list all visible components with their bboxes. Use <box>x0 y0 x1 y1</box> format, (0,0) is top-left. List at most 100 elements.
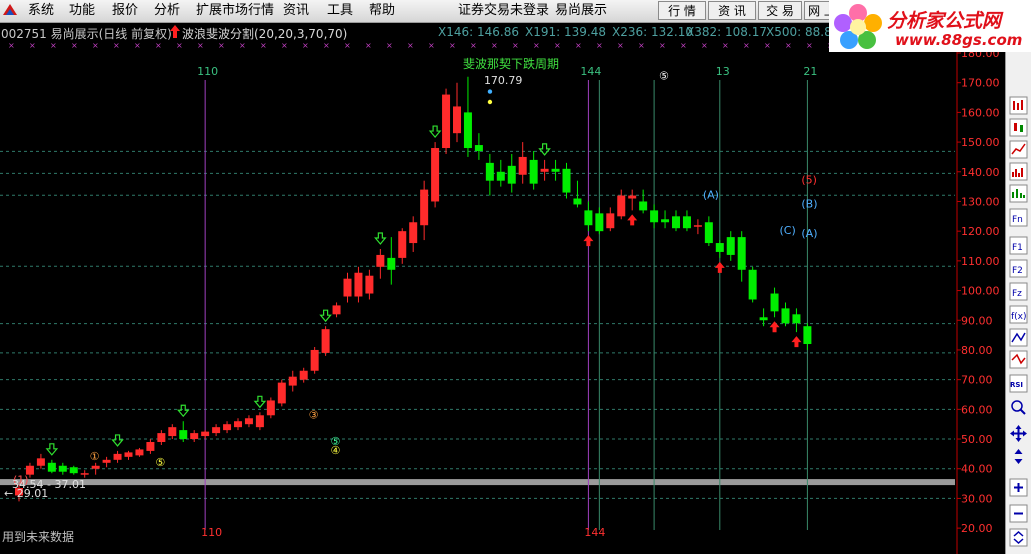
fib-readout-146: X146: 146.86 <box>438 25 519 39</box>
up-down-icon[interactable] <box>1009 447 1028 466</box>
tab-quotes[interactable]: 行 情 <box>658 1 706 20</box>
menu-system[interactable]: 系统 <box>28 3 54 19</box>
price-tick-label: 90.00 <box>961 314 993 327</box>
marker-dot: × <box>449 41 456 50</box>
marker-dot: × <box>302 41 309 50</box>
candle <box>507 165 516 184</box>
bar-chart-icon[interactable] <box>1009 96 1028 115</box>
price-tick-label: 130.00 <box>961 195 1000 208</box>
marker-dot: × <box>785 41 792 50</box>
down-arrow-icon <box>111 434 124 447</box>
down-arrow-icon <box>428 125 442 139</box>
low-value-label: ← 29.01 <box>4 487 48 500</box>
current-stock-name: 易尚展示 <box>555 3 608 18</box>
marker-dot: × <box>659 41 666 50</box>
menu-quotes[interactable]: 报价 <box>112 3 138 19</box>
marker-dot: × <box>386 41 393 50</box>
cycle-count-label: 144 <box>584 526 605 539</box>
menu-analysis[interactable]: 分析 <box>154 3 180 19</box>
marker-dot: × <box>554 41 561 50</box>
price-tick-label: 60.00 <box>961 403 993 416</box>
peak-value-label: 170.79 <box>484 74 523 87</box>
indicator-icon[interactable] <box>1009 328 1028 347</box>
candle <box>277 382 286 404</box>
marker-dot: × <box>323 41 330 50</box>
zoom-in-icon[interactable] <box>1009 478 1028 497</box>
candle <box>562 168 571 193</box>
menu-help[interactable]: 帮助 <box>369 3 395 19</box>
candle <box>639 201 648 211</box>
candle <box>551 168 560 172</box>
formula-icon[interactable]: F1 <box>1009 236 1028 255</box>
candle <box>69 467 78 474</box>
menu-extended-market[interactable]: 扩展市场行情 <box>196 3 274 19</box>
move-icon[interactable] <box>1009 424 1028 443</box>
svg-text:Fn: Fn <box>1012 215 1023 225</box>
price-tick-label: 30.00 <box>961 492 993 505</box>
marker-dot: × <box>575 41 582 50</box>
price-tick-label: 40.00 <box>961 463 993 476</box>
candle <box>179 430 188 440</box>
price-tick-label: 160.00 <box>961 106 1000 119</box>
candle <box>770 293 779 312</box>
brand-url: www.88gs.com <box>895 31 1023 49</box>
tab-news[interactable]: 资 讯 <box>708 1 756 20</box>
formula-manager-icon[interactable]: Fz <box>1009 282 1028 301</box>
mixed-chart-icon[interactable] <box>1009 184 1028 203</box>
marker-dot: × <box>680 41 687 50</box>
zoom-out-icon[interactable] <box>1009 504 1028 523</box>
candle <box>573 198 582 205</box>
candle <box>398 231 407 258</box>
candle <box>266 400 275 416</box>
marker-dot: × <box>344 41 351 50</box>
marker-dot: × <box>50 41 57 50</box>
fund-flow-icon[interactable]: Fn <box>1009 208 1028 227</box>
candle <box>682 216 691 229</box>
tab-trade[interactable]: 交 易 <box>758 1 802 20</box>
candle <box>244 418 253 425</box>
candle <box>420 189 429 226</box>
candle <box>343 278 352 297</box>
price-tick-label: 100.00 <box>961 285 1000 298</box>
candle <box>628 195 637 199</box>
peak-cycle-label: 斐波那契下跌周期 <box>463 56 559 71</box>
wave-label: (5) <box>801 174 817 187</box>
up-arrow-icon <box>791 336 802 348</box>
up-arrow-icon <box>714 261 725 273</box>
rsi-icon[interactable]: RSI <box>1009 374 1028 393</box>
line-chart-icon[interactable] <box>1009 140 1028 159</box>
candlestick-chart[interactable]: ××××××××××××××××××××××××××××××××××××××××… <box>0 40 1005 554</box>
gray-level-band <box>0 479 955 486</box>
future-data-note: 用到未来数据 <box>2 530 75 544</box>
scroll-icon[interactable] <box>1009 528 1028 547</box>
marker-dot: × <box>407 41 414 50</box>
marker-dot: × <box>155 41 162 50</box>
candle <box>606 213 615 229</box>
svg-text:Fz: Fz <box>1012 289 1022 299</box>
function-icon[interactable]: f(x) <box>1009 305 1028 324</box>
side-toolbar: Fn F1 F2 Fz f(x) RSI <box>1005 52 1031 554</box>
candle <box>650 210 659 223</box>
formula-editor-icon[interactable]: F2 <box>1009 259 1028 278</box>
marker-dot: × <box>8 41 15 50</box>
candle <box>442 94 451 149</box>
candle <box>365 275 374 294</box>
down-arrow-icon <box>374 232 387 245</box>
price-tick-label: 120.00 <box>961 225 1000 238</box>
volume-chart-icon[interactable] <box>1009 162 1028 181</box>
wave-label: (A) <box>703 189 719 202</box>
candle <box>288 376 297 386</box>
up-arrow-icon <box>769 321 780 333</box>
kdj-icon[interactable] <box>1009 350 1028 369</box>
cycle-label: 13 <box>716 65 730 78</box>
candle <box>190 433 199 440</box>
marker-dot: × <box>365 41 372 50</box>
candle <box>332 305 341 315</box>
marker-dot: × <box>113 41 120 50</box>
menu-tools[interactable]: 工具 <box>327 3 353 19</box>
menu-news[interactable]: 资讯 <box>283 3 309 19</box>
zoom-icon[interactable] <box>1009 398 1028 417</box>
menu-functions[interactable]: 功能 <box>69 3 95 19</box>
candle <box>168 427 177 437</box>
candle-chart-icon[interactable] <box>1009 118 1028 137</box>
